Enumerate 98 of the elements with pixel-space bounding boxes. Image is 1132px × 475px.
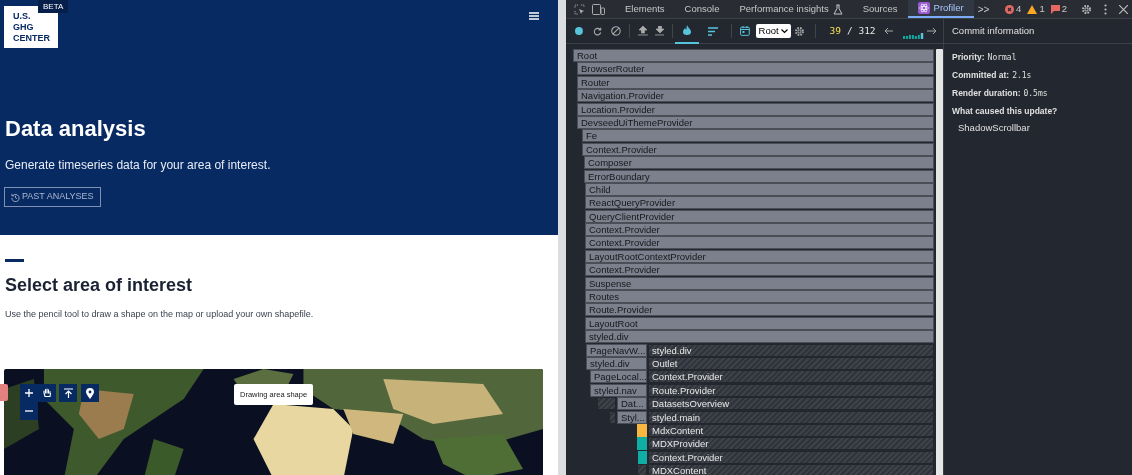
field-label: Priority: [952,51,985,64]
root-select[interactable]: Root [755,24,791,38]
reload-icon[interactable] [592,26,602,36]
field-label: Committed at: [952,69,1010,82]
flame-bar[interactable]: styled.div [585,330,934,344]
record-icon[interactable] [575,27,583,35]
commit-index: 39 [829,23,841,38]
flame-bar[interactable]: Context.Provider [585,263,934,277]
ranked-icon [707,26,718,36]
settings-icon[interactable] [793,25,805,37]
minus-icon [25,410,33,412]
calendar-icon[interactable] [739,26,750,36]
flame-block[interactable] [638,450,647,464]
error-icon [1005,4,1015,14]
flame-bar[interactable]: DatasetsOverview [648,397,934,411]
inspect-icon[interactable] [574,3,585,15]
settings-icon[interactable] [1081,3,1092,15]
flame-bar[interactable]: Navigation.Provider [577,89,934,103]
upload-button[interactable] [59,384,77,402]
flame-bar[interactable]: LayoutRootContextProvider [585,249,934,263]
commit-total: / 312 [846,23,876,38]
devtools-tab[interactable]: Elements [615,0,675,18]
flame-bar[interactable]: styled.nav [590,383,647,397]
pan-button[interactable] [38,384,56,402]
flame-bar[interactable]: Suspense [585,276,934,290]
field-label: Render duration: [952,87,1021,100]
flame-bar[interactable]: PageNavW... [586,343,647,357]
flame-bar[interactable]: Route.Provider [648,383,934,397]
flame-bar[interactable]: MDXContent [648,464,934,475]
flame-bar[interactable]: LayoutRoot [585,316,934,330]
more-tabs[interactable]: >> [977,1,990,17]
flame-bar[interactable]: MDXProvider [648,437,934,451]
field-value: 0.5ms [1023,88,1048,100]
flame-bar[interactable]: ErrorBoundary [584,169,934,183]
flame-bar[interactable]: styled.main [648,410,934,424]
flame-bar[interactable]: Context.Provider [585,223,934,237]
past-analyses-button[interactable]: PAST ANALYSES [4,187,101,207]
flame-bar[interactable]: Context.Provider [585,236,934,250]
panel-title: Commit information [952,23,1035,38]
flame-bar[interactable]: Fe [582,129,934,143]
flame-bar[interactable]: Routes [585,290,934,304]
flame-bar[interactable]: Context.Provider [648,450,934,464]
flame-bar[interactable]: Location.Provider [577,102,934,116]
flame-bar[interactable]: QueryClientProvider [585,209,934,223]
marker-button[interactable] [81,384,99,402]
scrollbar[interactable] [936,49,943,475]
devtools-tab[interactable]: Profiler [907,0,974,18]
page-description: Generate timeseries data for your area of interest. [5,157,271,173]
flame-block[interactable] [637,437,647,451]
upload-icon[interactable] [637,26,648,36]
flame-block[interactable] [637,423,647,437]
beta-badge: BETA [38,0,69,13]
plus-icon [25,389,33,397]
more-icon[interactable] [1104,3,1107,15]
warning-icon [1027,4,1038,14]
arrow-left-icon[interactable] [883,27,894,35]
message-count[interactable]: 2 [1050,1,1067,17]
flame-bar[interactable]: Composer [584,156,934,170]
section-title: Select area of interest [5,274,193,296]
menu-icon[interactable] [529,12,539,20]
device-icon[interactable] [592,3,605,15]
error-count[interactable]: 4 [1005,1,1022,17]
flask-icon [832,3,843,15]
devtools-tab[interactable]: Performance insights [729,0,853,18]
flame-bar[interactable]: Dat... [617,397,647,411]
flame-bar[interactable]: ReactQueryProvider [585,196,934,210]
warning-count[interactable]: 1 [1027,1,1045,17]
flame-bar[interactable]: Context.Provider [582,142,934,156]
atom-icon [917,2,930,14]
accent-rule [5,259,24,262]
devtools-tab[interactable]: Console [674,0,730,18]
hand-icon [42,388,52,398]
flame-bar[interactable]: PageLocal... [590,370,647,384]
flame-bar[interactable]: Styl... [617,410,647,424]
pin-icon [86,387,94,399]
cause-item[interactable]: ShadowScrollbar [952,120,1132,135]
section-description: Use the pencil tool to draw a shape on the map or upload your own shapefile. [5,308,314,320]
devtools-tab[interactable]: Sources [852,0,908,18]
field-value: 2.1s [1012,70,1032,82]
flame-bar[interactable]: Context.Provider [648,370,934,384]
history-icon [11,192,20,202]
message-icon [1050,4,1060,14]
chevron-down-icon [780,28,788,34]
flame-bar[interactable]: Root [573,49,934,62]
close-icon[interactable] [1119,4,1128,14]
flame-bar[interactable]: Router [577,75,934,89]
cause-heading: What caused this update? [952,105,1059,118]
field-value: Normal [987,52,1017,64]
upload-icon [63,388,73,398]
download-icon[interactable] [654,26,665,36]
zoom-out-button[interactable] [20,402,38,420]
flame-bar[interactable]: Route.Provider [585,303,934,317]
flame-bar[interactable]: BrowserRouter [577,62,934,76]
flame-bar[interactable]: styled.div [648,343,934,357]
arrow-right-icon[interactable] [927,27,937,35]
flame-icon [683,25,692,35]
page-title: Data analysis [5,116,146,142]
clear-icon[interactable] [610,26,621,36]
